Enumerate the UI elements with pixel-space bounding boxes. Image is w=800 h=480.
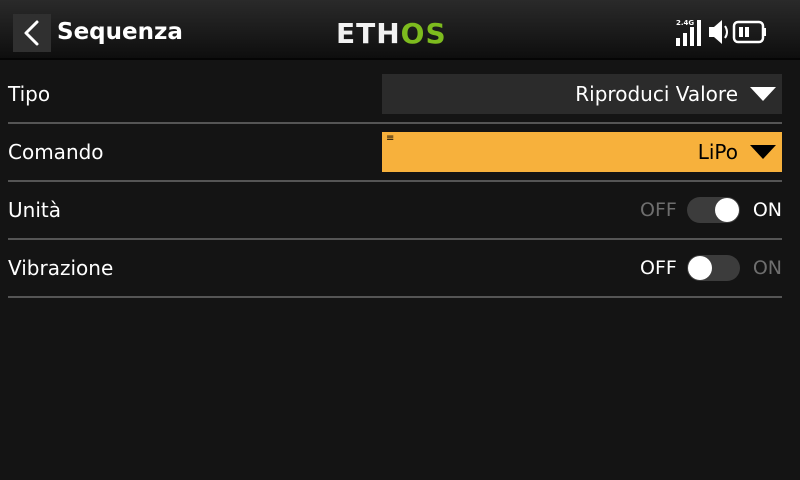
back-button[interactable] — [13, 14, 51, 52]
ethos-logo: ETHOS — [336, 19, 447, 49]
rf-band-label: 2.4G — [676, 19, 694, 27]
logo-text-os: OS — [400, 17, 447, 50]
header-bar: Sequenza ETHOS 2.4G — [0, 0, 800, 60]
toggle-off-label: OFF — [640, 257, 677, 279]
row-vibrazione: Vibrazione OFF ON — [8, 240, 782, 298]
row-comando: Comando ≡ LiPo — [8, 124, 782, 182]
toggle-track[interactable] — [687, 197, 740, 223]
chevron-down-icon — [750, 87, 776, 101]
speaker-icon — [709, 20, 728, 44]
status-icons: 2.4G — [676, 16, 786, 48]
toggle-knob[interactable] — [715, 198, 739, 222]
logo-text-eth: ETH — [336, 17, 401, 50]
edit-indicator-icon: ≡ — [386, 133, 395, 144]
toggle-off-label: OFF — [640, 199, 677, 221]
row-label-comando: Comando — [8, 140, 104, 164]
screen: Sequenza ETHOS 2.4G Tipo Riproduci Valor… — [0, 0, 800, 480]
row-label-tipo: Tipo — [8, 82, 51, 106]
comando-dropdown[interactable]: ≡ LiPo — [382, 132, 782, 172]
status-icons-svg: 2.4G — [676, 19, 766, 46]
row-label-vibrazione: Vibrazione — [8, 256, 114, 280]
tipo-dropdown-value: Riproduci Valore — [575, 82, 738, 106]
chevron-down-icon — [750, 145, 776, 159]
toggle-on-label: ON — [752, 257, 782, 279]
battery-icon — [732, 20, 766, 44]
page-title: Sequenza — [57, 19, 183, 45]
unita-toggle[interactable]: OFF ON — [637, 190, 782, 230]
back-arrow-icon — [24, 20, 39, 46]
tipo-dropdown[interactable]: Riproduci Valore — [382, 74, 782, 114]
comando-dropdown-value: LiPo — [697, 140, 738, 164]
vibrazione-toggle[interactable]: OFF ON — [637, 248, 782, 288]
row-tipo: Tipo Riproduci Valore — [8, 66, 782, 124]
row-label-unita: Unità — [8, 198, 61, 222]
toggle-track[interactable] — [687, 255, 740, 281]
row-unita: Unità OFF ON — [8, 182, 782, 240]
toggle-knob[interactable] — [688, 256, 712, 280]
toggle-on-label: ON — [752, 199, 782, 221]
